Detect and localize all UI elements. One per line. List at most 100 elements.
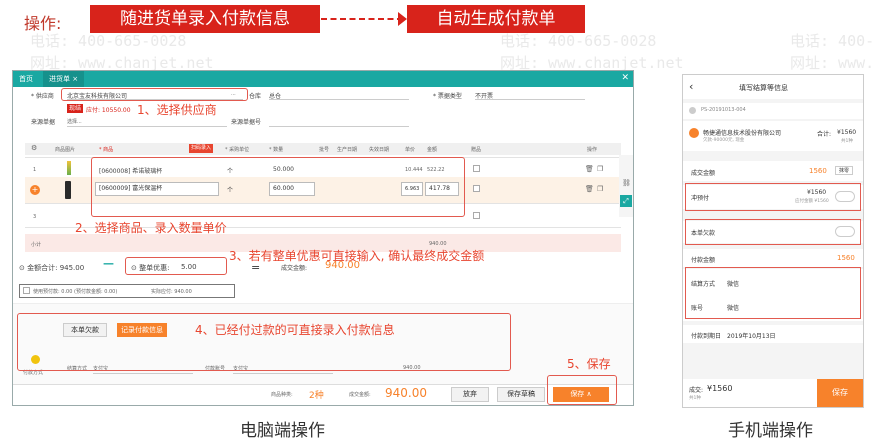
- col-image: 商品图片: [55, 147, 76, 153]
- add-row-icon[interactable]: +: [30, 185, 40, 195]
- equals-sign: =: [251, 261, 261, 274]
- total-label-text: 金额合计:: [27, 264, 58, 272]
- step-entry-tag: 随进货单录入付款信息: [90, 5, 320, 33]
- source-doc-input[interactable]: 选择...: [67, 118, 82, 125]
- watermark-phone: 电话: 400-665-0028: [500, 32, 657, 50]
- delete-icon[interactable]: 🗑: [585, 165, 594, 173]
- company-name: 畅捷通信息技术股份有限公司: [703, 130, 782, 137]
- save-draft-button[interactable]: 保存草稿: [497, 387, 545, 402]
- arrow-line: [321, 18, 403, 20]
- footer-deal-value: 940.00: [385, 386, 427, 400]
- goods-kinds-value: 2种: [309, 391, 324, 401]
- mobile-paid-value: 1560: [837, 254, 855, 262]
- step-auto-tag: 自动生成付款单: [407, 5, 585, 33]
- mobile-total-value: ¥1560: [837, 129, 857, 136]
- window-titlebar: [13, 71, 633, 87]
- subtotal-label: 小计: [31, 242, 42, 248]
- col-exp-date: 失效日期: [369, 147, 390, 153]
- round-off-button[interactable]: 抹零: [835, 166, 854, 175]
- account-field-line: [233, 373, 333, 374]
- annotation-step-4: 4、已经付过款的可直接录入付款信息: [195, 323, 395, 337]
- prepay-text: 使用预付款: 0.00 (预付款金额: 0.00): [33, 289, 118, 295]
- order-number: PS-20191013-004: [701, 107, 746, 113]
- gift-checkbox[interactable]: [473, 212, 480, 219]
- actual-payable: 实际应付: 940.00: [151, 289, 192, 295]
- tab-home[interactable]: 首页: [13, 71, 39, 87]
- deal-label: 成交金额:: [281, 265, 308, 272]
- source-no-label: 来源单据号: [231, 119, 262, 126]
- product-thumb-glass: [67, 161, 71, 175]
- back-icon[interactable]: ‹: [689, 80, 693, 93]
- close-icon[interactable]: ✕: [621, 73, 629, 83]
- mobile-total-label: 合计:: [817, 131, 832, 138]
- expand-icon[interactable]: ⤢: [620, 195, 632, 207]
- save-highlight: [547, 375, 617, 405]
- company-icon: [689, 128, 699, 138]
- mobile-prepay-highlight: [685, 183, 861, 211]
- scan-entry-button[interactable]: 扫码录入: [189, 144, 214, 153]
- total-value: 945.00: [59, 264, 85, 272]
- watermark-site: 网址: www.chanjet.net: [790, 54, 874, 72]
- mobile-pay-date-label: 付款到期日: [691, 333, 722, 340]
- operation-label: 操作:: [24, 14, 62, 33]
- deal-value: 940.00: [325, 260, 360, 271]
- mobile-total-sub: 共1种: [841, 139, 853, 144]
- mobile-bottom-sub: 共1种: [689, 396, 701, 401]
- mobile-deal-label: 成交金额: [691, 170, 716, 177]
- invoice-field-line: [475, 99, 585, 100]
- prepay-checkbox[interactable]: [23, 287, 30, 294]
- annotation-step-5: 5、保存: [567, 357, 611, 371]
- annotation-step-1: 1、选择供应商: [137, 103, 217, 117]
- col-gift: 赠品: [471, 147, 482, 153]
- gift-checkbox[interactable]: [473, 185, 480, 192]
- supplier-label: * 供应商: [31, 93, 54, 100]
- company-sub: 欠款-90000元, 现金: [703, 138, 745, 143]
- link-icon[interactable]: ⛓: [622, 179, 631, 187]
- order-icon: [689, 107, 696, 114]
- supplier-highlight: [61, 88, 248, 101]
- goods-kinds-label: 商品种类:: [271, 392, 293, 398]
- source-doc-field-line: [67, 126, 227, 127]
- col-batch: 批号: [319, 147, 330, 153]
- payable-amount: 应付: 10550.00: [86, 107, 131, 114]
- copy-icon[interactable]: ❐: [597, 165, 603, 173]
- source-doc-label: 来源单据: [31, 119, 56, 126]
- desktop-caption: 电脑端操作: [240, 421, 325, 441]
- arrow-head-icon: [398, 12, 407, 26]
- desktop-window: 首页 进货单 × ✕ * 供应商 北京宝友科技有限公司 ... 仓库 总仓 * …: [12, 70, 634, 406]
- col-price: 单价: [405, 147, 416, 153]
- delete-icon[interactable]: 🗑: [585, 185, 594, 193]
- col-qty: * 数量: [269, 147, 284, 153]
- row-number: 3: [33, 214, 37, 220]
- footer-deal-label: 成交金额:: [349, 392, 371, 398]
- tab-purchase-order[interactable]: 进货单 ×: [43, 71, 85, 87]
- total-label: ⊙ 金额合计: 945.00: [19, 264, 85, 272]
- invoice-type-label: * 票据类型: [433, 93, 462, 100]
- mobile-bottom-label: 成交:: [689, 387, 704, 394]
- product-table-highlight: [91, 157, 465, 217]
- gift-checkbox[interactable]: [473, 165, 480, 172]
- copy-icon[interactable]: ❐: [597, 185, 603, 193]
- mobile-deal-value: 1560: [809, 167, 827, 175]
- warehouse-field-line: [269, 99, 409, 100]
- mobile-bottom-value: ¥1560: [707, 384, 733, 393]
- col-mfg-date: 生产日期: [337, 147, 358, 153]
- discard-button[interactable]: 放弃: [451, 387, 489, 402]
- mobile-paid-label: 付款金额: [691, 257, 716, 264]
- payable-badge: 现结: [67, 104, 84, 113]
- watermark-phone: 电话: 400-665-0028: [790, 32, 874, 50]
- settle-field-line: [93, 373, 193, 374]
- discount-highlight: [125, 257, 227, 275]
- row-number: 1: [33, 167, 37, 173]
- mobile-owe-highlight: [685, 219, 861, 245]
- mobile-pay-date-value[interactable]: 2019年10月13日: [727, 331, 776, 340]
- warehouse-label: 仓库: [249, 93, 262, 100]
- source-no-field-line: [269, 126, 409, 127]
- settings-icon[interactable]: ⚙: [31, 144, 37, 152]
- col-amount: 金额: [427, 147, 438, 153]
- mobile-caption: 手机端操作: [728, 421, 813, 441]
- col-unit: * 采购单位: [225, 147, 250, 153]
- mobile-title: 填写结算等信息: [739, 84, 788, 92]
- mobile-save-button[interactable]: 保存: [817, 379, 863, 407]
- col-actions: 操作: [587, 147, 598, 153]
